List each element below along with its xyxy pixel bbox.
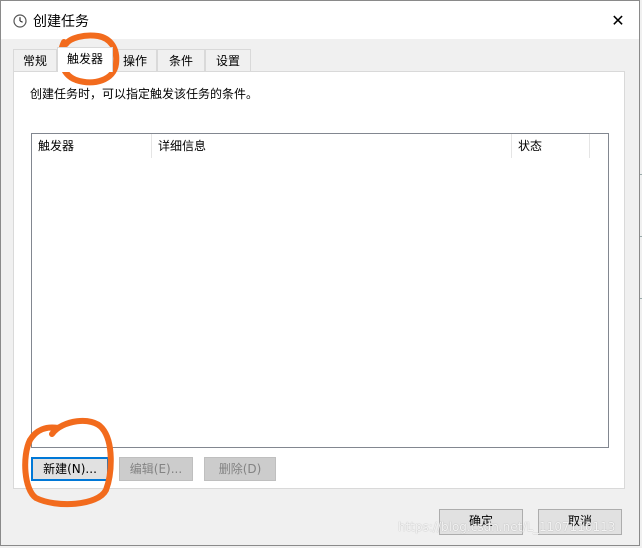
tab-general[interactable]: 常规 — [13, 49, 57, 71]
close-button[interactable]: ✕ — [605, 7, 631, 33]
tab-triggers[interactable]: 触发器 — [57, 47, 113, 72]
column-header-status[interactable]: 状态 — [512, 134, 590, 158]
new-trigger-button[interactable]: 新建(N)... — [31, 457, 109, 481]
window-title: 创建任务 — [33, 14, 89, 30]
delete-trigger-button[interactable]: 删除(D) — [204, 457, 276, 481]
tab-settings[interactable]: 设置 — [205, 49, 251, 71]
create-task-dialog: 创建任务 ✕ 常规 触发器 操作 条件 设置 创建任务时，可以指定触发该任务的条… — [0, 0, 640, 546]
edit-trigger-button[interactable]: 编辑(E)... — [119, 457, 193, 481]
triggers-panel: 创建任务时，可以指定触发该任务的条件。 触发器 详细信息 状态 新建(N)...… — [13, 71, 625, 489]
tab-conditions[interactable]: 条件 — [157, 49, 205, 71]
clock-icon — [13, 14, 27, 28]
title-bar[interactable]: 创建任务 ✕ — [1, 1, 639, 39]
column-header-details[interactable]: 详细信息 — [152, 134, 512, 158]
close-icon: ✕ — [611, 10, 625, 30]
watermark-text: https://blog.csdn.net/L_1107110113 — [398, 520, 616, 534]
tab-actions[interactable]: 操作 — [113, 49, 157, 71]
panel-description: 创建任务时，可以指定触发该任务的条件。 — [30, 87, 259, 101]
triggers-list[interactable]: 触发器 详细信息 状态 — [31, 133, 609, 448]
column-header-trigger[interactable]: 触发器 — [32, 134, 152, 158]
